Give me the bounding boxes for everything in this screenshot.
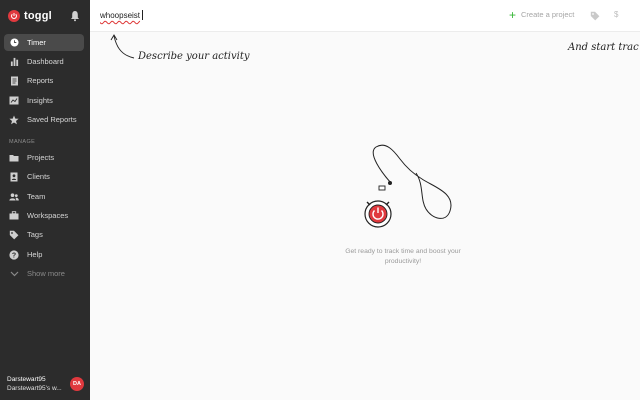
billable-dollar-icon[interactable]: $ <box>614 10 618 19</box>
timer-main: Describe your activity And start trac Ge… <box>90 33 640 400</box>
empty-state-line-2: productivity! <box>384 258 422 265</box>
sidebar-item-label: Show more <box>27 269 65 278</box>
sidebar-item-clients[interactable]: Clients <box>4 168 84 185</box>
hint-start: And start trac <box>568 42 639 53</box>
empty-state-message: Get ready to track time and boost your p… <box>220 247 586 267</box>
sidebar-item-label: Clients <box>27 172 50 181</box>
description-input[interactable]: whoopseist <box>100 11 140 20</box>
sidebar-item-label: Timer <box>27 38 46 47</box>
timer-bar: whoopseist + Create a project $ <box>90 0 640 32</box>
tag-icon[interactable] <box>590 11 600 21</box>
insights-icon <box>9 96 19 106</box>
power-logo-icon <box>8 10 20 22</box>
sidebar-item-help[interactable]: ? Help <box>4 246 84 263</box>
brand-name: toggl <box>24 10 52 22</box>
stopwatch-illustration-icon <box>364 144 452 228</box>
manage-section-label: MANAGE <box>9 139 36 145</box>
plus-icon: + <box>509 7 517 22</box>
briefcase-icon <box>9 211 19 221</box>
sidebar-item-reports[interactable]: Reports <box>4 72 84 89</box>
empty-state-line-1: Get ready to track time and boost your <box>345 248 461 255</box>
sidebar-item-label: Projects <box>27 153 55 162</box>
user-profile[interactable]: Darstewart95 Darstewart95's w... DA <box>0 370 90 398</box>
sidebar-header: toggl <box>0 0 90 32</box>
create-project-label: Create a project <box>521 10 575 19</box>
star-icon <box>9 115 19 125</box>
sidebar-item-projects[interactable]: Projects <box>4 149 84 166</box>
create-project-button[interactable]: + Create a project <box>509 7 575 22</box>
hint-describe: Describe your activity <box>138 51 250 62</box>
help-icon: ? <box>9 249 19 260</box>
workspace-name: Darstewart95's w... <box>7 385 62 392</box>
team-icon <box>9 192 19 202</box>
folder-icon <box>9 153 19 163</box>
sidebar-item-label: Insights <box>27 96 53 105</box>
sidebar-item-insights[interactable]: Insights <box>4 92 84 109</box>
sidebar-item-saved-reports[interactable]: Saved Reports <box>4 111 84 128</box>
contact-icon <box>9 172 19 182</box>
sidebar-item-label: Help <box>27 250 43 259</box>
clock-icon <box>9 38 19 48</box>
sidebar-item-label: Workspaces <box>27 211 69 220</box>
sidebar-item-dashboard[interactable]: Dashboard <box>4 53 84 70</box>
sidebar-item-label: Saved Reports <box>27 115 77 124</box>
sidebar-item-label: Dashboard <box>27 57 64 66</box>
sidebar-item-label: Tags <box>27 230 43 239</box>
svg-text:?: ? <box>12 252 16 259</box>
text-cursor <box>142 10 143 20</box>
sidebar-item-tags[interactable]: Tags <box>4 226 84 243</box>
avatar[interactable]: DA <box>70 377 84 391</box>
toggl-logo[interactable]: toggl <box>8 10 52 22</box>
tag-icon <box>9 230 19 240</box>
sidebar: toggl Timer Dashboard Reports Insights S… <box>0 0 90 400</box>
user-name: Darstewart95 <box>7 376 46 383</box>
sidebar-item-timer[interactable]: Timer <box>4 34 84 51</box>
document-icon <box>9 76 19 86</box>
sidebar-item-label: Reports <box>27 76 54 85</box>
toggl-app: toggl Timer Dashboard Reports Insights S… <box>0 0 640 400</box>
bell-icon[interactable] <box>70 10 80 22</box>
sidebar-item-team[interactable]: Team <box>4 188 84 205</box>
show-more-button[interactable]: Show more <box>4 265 84 282</box>
bar-chart-icon <box>9 57 19 67</box>
sidebar-item-label: Team <box>27 192 46 201</box>
chevron-down-icon <box>9 269 19 279</box>
sidebar-item-workspaces[interactable]: Workspaces <box>4 207 84 224</box>
